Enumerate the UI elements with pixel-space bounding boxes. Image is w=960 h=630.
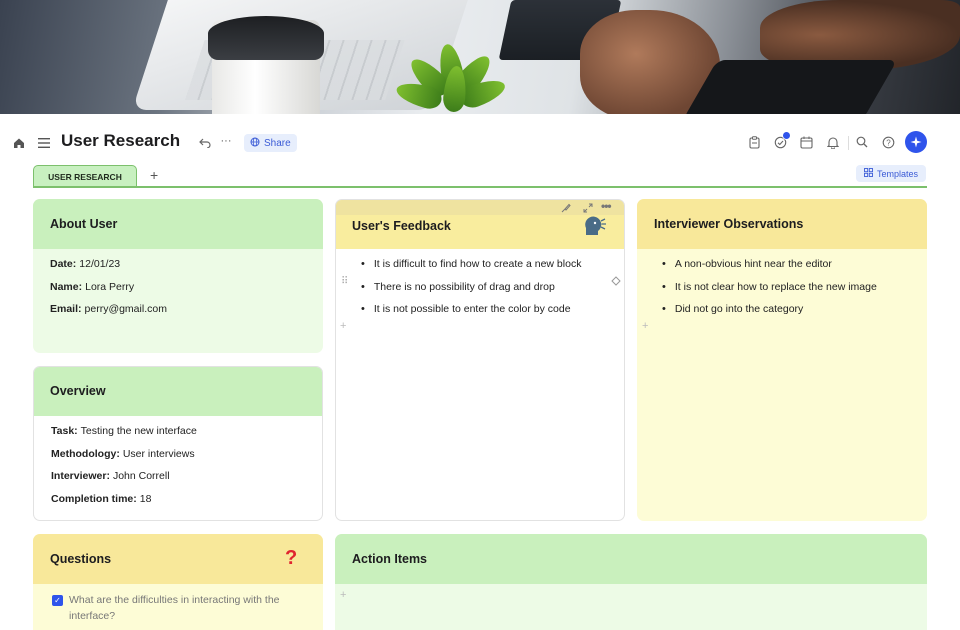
home-icon[interactable] [12,136,26,150]
menu-icon[interactable] [37,136,51,150]
expand-icon[interactable] [583,202,593,216]
list-item: Did not go into the category [654,298,910,321]
drag-handle-icon[interactable]: ⠿ [341,276,348,287]
search-icon[interactable] [855,135,869,149]
notification-dot [782,131,791,140]
grid-icon [864,168,873,179]
list-item: It is not clear how to replace the new i… [654,276,910,299]
share-button[interactable]: Share [244,134,297,152]
card-action-items[interactable]: Action Items [335,534,927,630]
ai-assistant-button[interactable] [905,131,927,153]
card-more-icon[interactable]: ••• [601,200,612,213]
help-icon[interactable]: ? [881,135,895,149]
add-block-icon[interactable]: + [642,320,648,332]
card-title: Questions [50,552,112,566]
card-questions[interactable]: Questions ? ✓ What are the difficulties … [33,534,323,630]
cover-image [0,0,960,114]
templates-button[interactable]: Templates [856,165,926,182]
card-header: User's Feedback ••• [336,200,624,249]
globe-icon [250,137,260,150]
checkbox-checked-icon[interactable]: ✓ [52,595,63,606]
about-row-date: Date: 12/01/23 [50,258,121,271]
card-toolbar [336,200,624,215]
diamond-icon[interactable] [611,276,621,289]
card-title: Action Items [335,534,927,584]
card-overview[interactable]: Overview Task: Testing the new interface … [33,366,323,521]
add-block-icon[interactable]: + [340,589,346,601]
list-item: A non-obvious hint near the editor [654,253,910,276]
overview-row-completion: Completion time: 18 [51,492,152,505]
share-label: Share [264,137,291,149]
question-text: What are the difficulties in interacting… [69,594,280,622]
bell-icon[interactable] [826,135,840,149]
card-header: Questions ? [33,534,323,584]
page-title: User Research [61,131,181,150]
add-block-icon[interactable]: + [340,320,346,332]
more-icon[interactable]: ··· [219,134,233,148]
list-item: There is no possibility of drag and drop [353,276,607,299]
calendar-icon[interactable] [799,135,813,149]
divider [848,136,849,150]
card-title: Interviewer Observations [637,199,927,249]
sparkle-icon [910,136,922,148]
card-title: User's Feedback [352,219,451,233]
brush-icon[interactable] [561,202,571,216]
card-interviewer-observations[interactable]: Interviewer Observations A non-obvious h… [637,199,927,521]
list-item: It is not possible to enter the color by… [353,298,607,321]
add-tab-icon[interactable]: + [150,167,158,183]
question-mark-icon: ? [285,547,298,569]
card-title: Overview [34,367,322,416]
card-users-feedback[interactable]: User's Feedback ••• It is difficult to f… [335,199,625,521]
overview-row-task: Task: Testing the new interface [51,425,197,438]
templates-label: Templates [876,168,919,179]
speaking-head-icon [583,215,607,240]
about-row-email: Email: perry@gmail.com [50,303,167,316]
overview-row-methodology: Methodology: User interviews [51,447,195,460]
tab-user-research[interactable]: USER RESEARCH [33,165,137,187]
undo-icon[interactable] [198,136,212,150]
card-about-user[interactable]: About User Date: 12/01/23 Name: Lora Perry… [33,199,323,353]
card-title: About User [33,199,323,249]
question-item[interactable]: ✓ What are the difficulties in interacti… [52,588,306,624]
about-row-name: Name: Lora Perry [50,280,135,293]
tab-underline [33,186,927,188]
list-item: It is difficult to find how to create a … [353,253,607,276]
svg-text:?: ? [886,138,891,147]
clipboard-icon[interactable] [747,135,761,149]
overview-row-interviewer: Interviewer: John Correll [51,470,170,483]
